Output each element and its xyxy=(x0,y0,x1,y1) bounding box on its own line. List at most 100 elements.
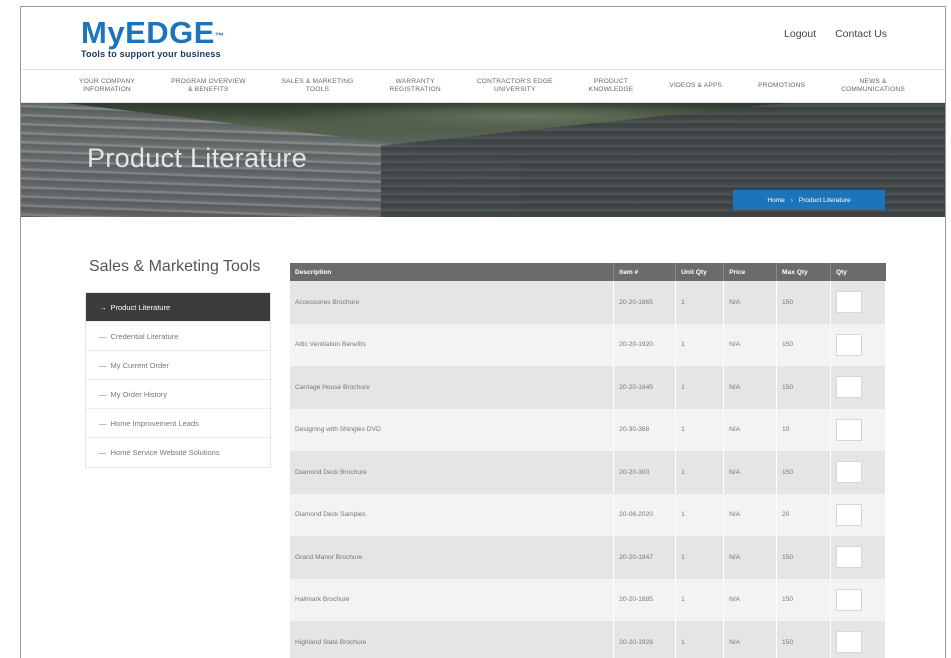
cell-item-number: 20-20-1865 xyxy=(613,281,677,324)
cell-qty xyxy=(830,578,887,621)
qty-input[interactable] xyxy=(835,291,862,314)
cell-qty xyxy=(830,621,887,658)
nav-product-knowledge[interactable]: PRODUCT KNOWLEDGE xyxy=(589,78,634,94)
nav-videos-apps[interactable]: VIDEOS & APPS xyxy=(669,82,722,90)
nav-warranty-registration[interactable]: WARRANTY REGISTRATION xyxy=(389,78,440,94)
nav-your-company-information[interactable]: YOUR COMPANY INFORMATION xyxy=(79,78,135,94)
nav-promotions[interactable]: PROMOTIONS xyxy=(758,82,805,90)
qty-input[interactable] xyxy=(835,376,862,399)
cell-max-qty: 150 xyxy=(776,451,831,494)
cell-item-number: 20-20-1928 xyxy=(613,621,677,658)
breadcrumb: Home › Product Literature xyxy=(733,190,885,210)
cell-qty xyxy=(830,408,887,451)
site-header: MyEDGE™ Tools to support your business L… xyxy=(21,7,945,69)
page-title: Product Literature xyxy=(87,143,308,173)
sidebar-menu: → Product Literature — Credential Litera… xyxy=(85,292,271,468)
cell-unit-qty: 1 xyxy=(675,281,725,324)
sidebar-item-credential-literature[interactable]: — Credential Literature xyxy=(86,322,270,351)
sidebar-item-label: My Order History xyxy=(110,389,168,399)
cell-unit-qty: 1 xyxy=(675,578,725,621)
dash-icon: — xyxy=(99,389,107,399)
sidebar-item-product-literature[interactable]: → Product Literature xyxy=(86,293,270,322)
cell-qty xyxy=(830,323,887,366)
sidebar-title: Sales & Marketing Tools xyxy=(89,258,261,275)
breadcrumb-current: Product Literature xyxy=(798,196,851,204)
cell-max-qty: 150 xyxy=(776,578,831,621)
qty-input[interactable] xyxy=(835,588,862,611)
logo-trademark: ™ xyxy=(214,31,225,41)
sidebar-item-my-order-history[interactable]: — My Order History xyxy=(86,380,270,409)
cell-description: Attic Ventilation Benefits xyxy=(290,323,615,366)
cell-max-qty: 150 xyxy=(776,281,831,324)
cell-price: N/A xyxy=(723,408,778,451)
cell-description: Grand Manor Brochure xyxy=(290,536,615,579)
logout-link[interactable]: Logout xyxy=(784,28,816,40)
breadcrumb-home-link[interactable]: Home xyxy=(767,197,784,204)
table-row: Highland Slate Brochure 20-20-1928 1 N/A… xyxy=(290,621,887,658)
cell-description: Diamond Deck Samples xyxy=(290,493,615,536)
qty-input[interactable] xyxy=(835,503,862,526)
sidebar-item-label: Credential Literature xyxy=(110,331,179,341)
cell-qty xyxy=(830,536,887,579)
main-nav: YOUR COMPANY INFORMATION PROGRAM OVERVIE… xyxy=(21,69,945,103)
sidebar-item-home-service-website-solutions[interactable]: — Home Service Website Solutions xyxy=(86,438,270,467)
cell-price: N/A xyxy=(723,536,778,579)
table-row: Designing with Shingles DVD 20-30-368 1 … xyxy=(290,408,887,451)
table-row: Grand Manor Brochure 20-20-1847 1 N/A 15… xyxy=(290,536,887,579)
arrow-right-icon: → xyxy=(99,302,107,312)
nav-sales-marketing-tools[interactable]: SALES & MARKETING TOOLS xyxy=(282,78,354,94)
nav-contractors-edge-university[interactable]: CONTRACTOR'S EDGE UNIVERSITY xyxy=(477,78,553,94)
cell-description: Diamond Deck Brochure xyxy=(290,451,615,494)
column-header-max-qty: Max Qty xyxy=(776,263,831,281)
cell-item-number: 20-20-1885 xyxy=(613,578,677,621)
cell-price: N/A xyxy=(723,621,778,658)
sidebar-item-my-current-order[interactable]: — My Current Order xyxy=(86,351,270,380)
cell-description: Designing with Shingles DVD xyxy=(290,408,615,451)
nav-news-communications[interactable]: NEWS & COMMUNICATIONS xyxy=(841,78,905,94)
cell-max-qty: 150 xyxy=(776,366,831,409)
cell-price: N/A xyxy=(723,451,778,494)
column-header-description: Description xyxy=(290,263,615,281)
nav-program-overview[interactable]: PROGRAM OVERVIEW & BENEFITS xyxy=(171,78,246,94)
cell-qty xyxy=(830,451,887,494)
cell-max-qty: 150 xyxy=(776,323,831,366)
sidebar-item-label: My Current Order xyxy=(110,360,169,370)
table-row: Accessories Brochure 20-20-1865 1 N/A 15… xyxy=(290,281,887,324)
cell-description: Carriage House Brochure xyxy=(290,366,615,409)
qty-input[interactable] xyxy=(835,461,862,484)
qty-input[interactable] xyxy=(835,546,862,569)
cell-unit-qty: 1 xyxy=(675,536,725,579)
table-row: Diamond Deck Brochure 20-20-300 1 N/A 15… xyxy=(290,451,887,494)
column-header-unit-qty: Unit Qty xyxy=(675,263,725,281)
sidebar-item-home-improvement-leads[interactable]: — Home Improvement Leads xyxy=(86,409,270,438)
cell-description: Accessories Brochure xyxy=(290,281,615,324)
dash-icon: — xyxy=(99,418,107,428)
sidebar-item-label: Product Literature xyxy=(110,302,171,312)
cell-unit-qty: 1 xyxy=(675,408,725,451)
sidebar-item-label: Home Improvement Leads xyxy=(110,418,199,428)
cell-item-number: 20-20-300 xyxy=(613,451,677,494)
dash-icon: — xyxy=(99,331,107,341)
cell-description: Hallmark Brochure xyxy=(290,578,615,621)
qty-input[interactable] xyxy=(835,631,862,654)
cell-item-number: 20-20-1845 xyxy=(613,366,677,409)
cell-item-number: 20-30-368 xyxy=(613,408,677,451)
top-links: Logout Contact Us xyxy=(768,28,887,40)
dash-icon: — xyxy=(99,360,107,370)
hero-banner: Product Literature Home › Product Litera… xyxy=(21,103,945,217)
myedge-logo[interactable]: MyEDGE™ Tools to support your business xyxy=(81,17,225,60)
qty-input[interactable] xyxy=(835,333,862,356)
cell-max-qty: 150 xyxy=(776,536,831,579)
contact-us-link[interactable]: Contact Us xyxy=(835,28,887,40)
cell-description: Highland Slate Brochure xyxy=(290,621,615,658)
cell-unit-qty: 1 xyxy=(675,323,725,366)
cell-unit-qty: 1 xyxy=(675,621,725,658)
table-row: Attic Ventilation Benefits 20-20-1920 1 … xyxy=(290,323,887,366)
breadcrumb-separator-icon: › xyxy=(790,196,793,204)
column-header-item-number: Item # xyxy=(613,263,677,281)
cell-unit-qty: 1 xyxy=(675,493,725,536)
cell-unit-qty: 1 xyxy=(675,451,725,494)
qty-input[interactable] xyxy=(835,418,862,441)
cell-price: N/A xyxy=(723,323,778,366)
cell-price: N/A xyxy=(723,281,778,324)
